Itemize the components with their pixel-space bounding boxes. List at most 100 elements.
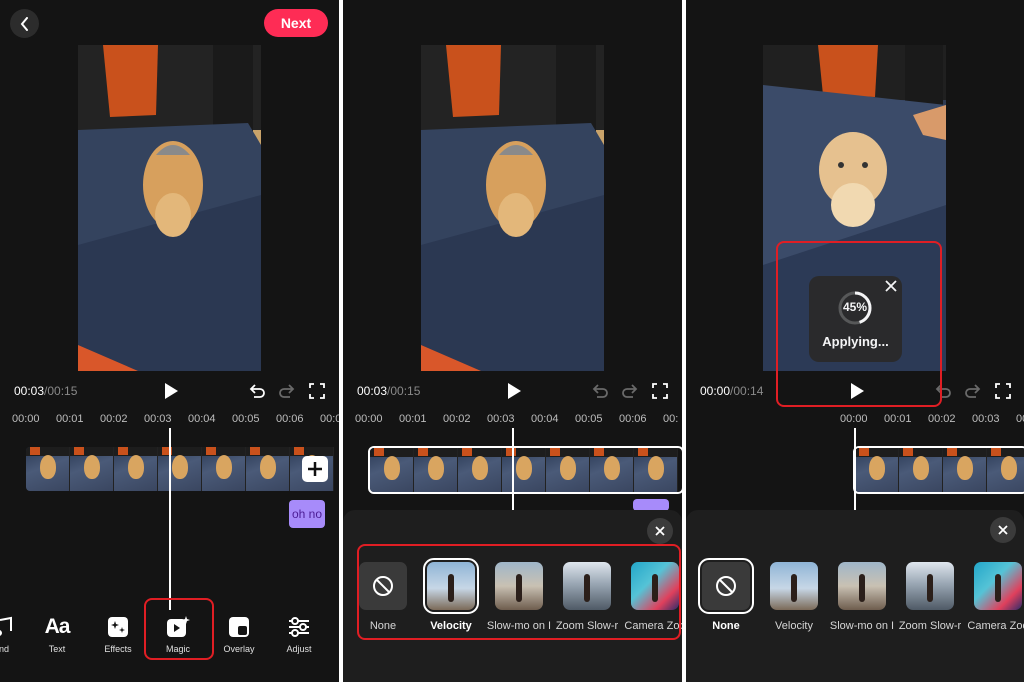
playback-time: 00:00/00:14 (700, 384, 763, 398)
no-effect-icon (716, 576, 736, 596)
effect-label: Zoom Slow-r (898, 620, 962, 632)
ruler-tick: 00:05 (232, 413, 260, 425)
clip-frame (202, 447, 246, 491)
ruler-tick: 00:0 (320, 413, 339, 425)
clip-frame (502, 448, 546, 492)
ruler-tick: 00:03 (144, 413, 172, 425)
redo-icon[interactable] (621, 382, 639, 400)
tool-sound[interactable]: nd (0, 614, 30, 654)
highlight-effects (357, 544, 681, 640)
tool-overlay[interactable]: Overlay (213, 614, 265, 654)
effect-velocity[interactable]: Velocity (759, 562, 829, 632)
redo-icon[interactable] (278, 382, 296, 400)
clip-frame (158, 447, 202, 491)
clip-frame (943, 448, 987, 492)
clip-frame (246, 447, 290, 491)
effect-label: Velocity (775, 620, 813, 632)
applying-dialog: 45% Applying... (809, 276, 902, 362)
tool-label: Text (48, 644, 66, 654)
ruler-tick: 00:04 (531, 413, 559, 425)
playhead[interactable] (854, 428, 856, 510)
ruler-tick: 00:03 (972, 413, 1000, 425)
clip-frame (546, 448, 590, 492)
effect-label: None (712, 620, 740, 632)
current-time: 00:03 (357, 384, 388, 398)
text-clip[interactable]: oh no (289, 500, 325, 528)
play-icon[interactable] (162, 382, 180, 400)
undo-icon[interactable] (591, 382, 609, 400)
ruler-tick: 00:01 (884, 413, 912, 425)
close-icon (998, 525, 1008, 535)
ruler-tick: 00: (663, 413, 679, 425)
chevron-left-icon (20, 16, 28, 31)
video-clip-strip-selected[interactable] (853, 446, 1024, 494)
fullscreen-icon[interactable] (308, 382, 326, 400)
clip-frame (899, 448, 943, 492)
video-clip-strip-selected[interactable] (368, 446, 682, 494)
video-preview[interactable] (78, 45, 261, 371)
ruler-tick: 00: (1016, 413, 1024, 425)
close-icon (655, 526, 665, 536)
playback-time: 00:03/00:15 (357, 384, 420, 398)
highlight-magic (144, 598, 214, 660)
editor-panel-magic: Next 00:03/00:15 00:00 00:01 00:02 00:03… (0, 0, 339, 682)
close-sheet-button[interactable] (990, 517, 1016, 543)
fullscreen-icon[interactable] (994, 382, 1012, 400)
ruler-tick: 00:00 (12, 413, 40, 425)
effect-none[interactable]: None (691, 558, 761, 632)
tool-effects[interactable]: Effects (92, 614, 144, 654)
playhead[interactable] (512, 428, 514, 510)
total-time: /00:15 (44, 384, 78, 398)
redo-icon[interactable] (964, 382, 982, 400)
close-sheet-button[interactable] (647, 518, 673, 544)
video-clip-strip[interactable] (26, 447, 339, 491)
clip-frame (26, 447, 70, 491)
effect-thumb (770, 562, 818, 610)
total-time: /00:14 (730, 384, 764, 398)
current-time: 00:00 (700, 384, 731, 398)
clip-frame (70, 447, 114, 491)
clip-frame (370, 448, 414, 492)
back-button[interactable] (10, 9, 39, 38)
tool-label: Adjust (286, 644, 312, 654)
ruler-tick: 00:02 (928, 413, 956, 425)
next-button[interactable]: Next (264, 9, 328, 37)
ruler-tick: 00:05 (575, 413, 603, 425)
editor-panel-effects: 00:03/00:15 00:00 00:01 00:02 00:03 00:0… (343, 0, 682, 682)
effect-thumb (838, 562, 886, 610)
effect-zoom-slow[interactable]: Zoom Slow-r (895, 562, 965, 632)
ruler-tick: 00:06 (619, 413, 647, 425)
fullscreen-icon[interactable] (651, 382, 669, 400)
ruler-tick: 00:04 (188, 413, 216, 425)
progress-percent: 45% (842, 300, 868, 314)
ruler-tick: 00:01 (56, 413, 84, 425)
effect-thumb (974, 562, 1022, 610)
play-icon[interactable] (505, 382, 523, 400)
clip-frame (634, 448, 678, 492)
effect-camera-zoom[interactable]: Camera Zoo (963, 562, 1024, 632)
close-icon[interactable] (885, 280, 897, 292)
ruler-tick: 00:02 (443, 413, 471, 425)
overlay-icon (229, 617, 249, 637)
effect-slow-mo[interactable]: Slow-mo on I (827, 562, 897, 632)
ruler-tick: 00:06 (276, 413, 304, 425)
clip-frame (855, 448, 899, 492)
current-time: 00:03 (14, 384, 45, 398)
music-icon (0, 616, 12, 636)
playhead[interactable] (169, 428, 171, 610)
plus-icon (308, 462, 322, 476)
ruler-tick: 00:02 (100, 413, 128, 425)
clip-frame (987, 448, 1024, 492)
clip-frame (114, 447, 158, 491)
video-preview[interactable] (421, 45, 604, 371)
playback-time: 00:03/00:15 (14, 384, 77, 398)
ruler-tick: 00:01 (399, 413, 427, 425)
undo-icon[interactable] (248, 382, 266, 400)
tool-text[interactable]: Aa Text (31, 614, 83, 654)
ruler-tick: 00:00 (840, 413, 868, 425)
effect-thumb (906, 562, 954, 610)
tool-adjust[interactable]: Adjust (273, 614, 325, 654)
effect-label: Camera Zoo (967, 620, 1024, 632)
adjust-icon (289, 617, 309, 637)
add-clip-button[interactable] (302, 456, 328, 482)
